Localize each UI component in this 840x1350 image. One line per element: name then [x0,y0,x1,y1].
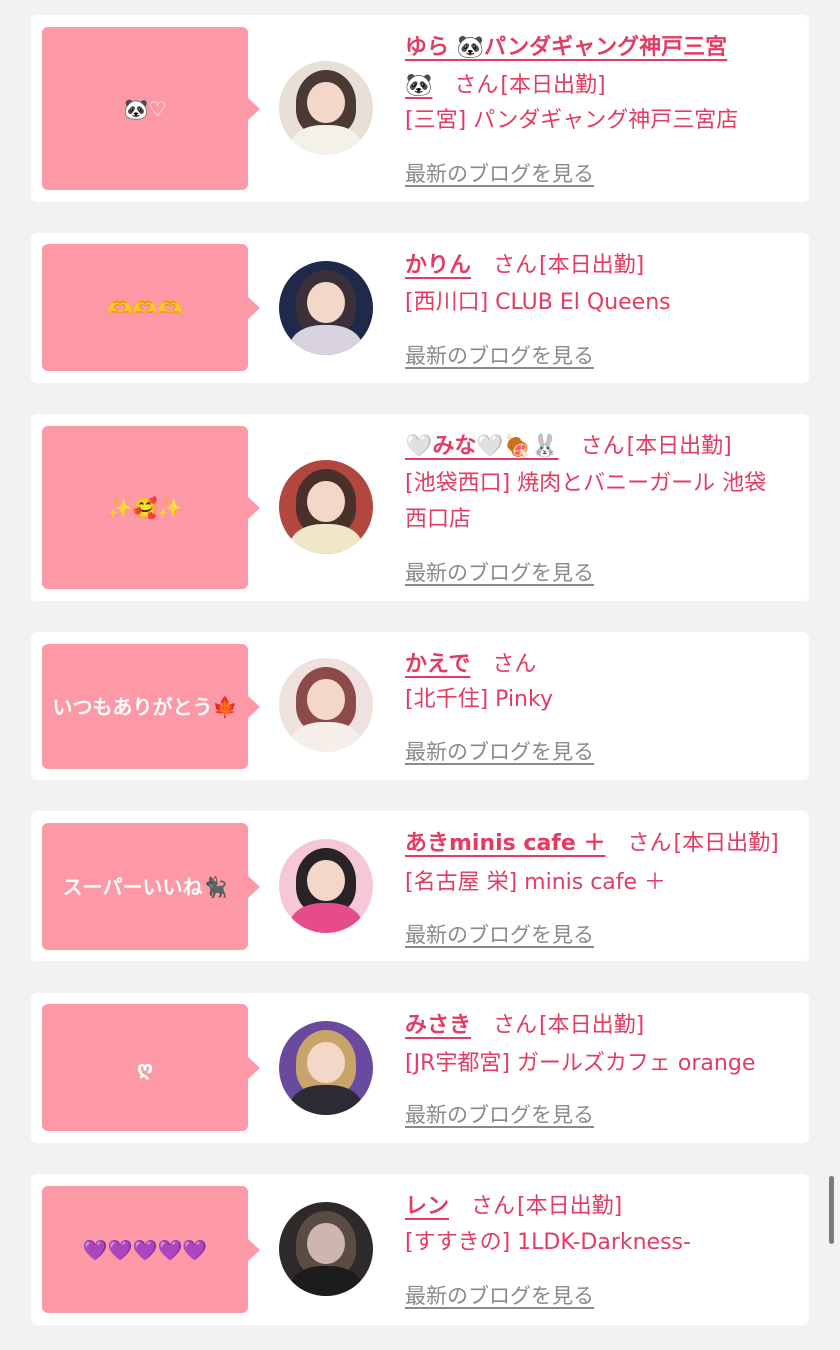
shop-location: [すすきの] 1LDK-Darkness- [405,1230,691,1255]
san-label: さん [471,1194,516,1219]
cast-name-link[interactable]: みさき [405,1013,471,1038]
blog-link[interactable]: 最新のブログを見る [405,158,594,188]
blog-link[interactable]: 最新のブログを見る [405,1280,594,1310]
cast-name-link[interactable]: かりん [405,253,471,278]
shop-location: [三宮] パンダギャング神戸三宮店 [405,108,739,133]
blog-link[interactable]: 最新のブログを見る [405,557,594,587]
avatar[interactable] [279,261,373,355]
message-card: 🫶🫶🫶 かりん さん[本日出勤] [西川口] CLUB El Queens 最新の… [31,233,809,383]
shop-location: [池袋西口] 焼肉とバニーガール 池袋西口店 [405,471,767,532]
blog-link[interactable]: 最新のブログを見る [405,919,594,949]
message-bubble: 💜💜💜💜💜 [42,1186,260,1313]
blog-link[interactable]: 最新のブログを見る [405,736,594,766]
cast-name-link-cont[interactable]: 🐼 [405,73,432,98]
avatar[interactable] [279,61,373,155]
status-label: [本日出勤] [539,253,645,278]
message-card: ღ みさき さん[本日出勤] [JR宇都宮] ガールズカフェ orange 最新の… [31,993,809,1143]
shop-location: [名古屋 栄] minis cafe ＋ [405,870,667,895]
avatar[interactable] [279,658,373,752]
san-label: さん [493,1013,538,1038]
status-label: [本日出勤] [500,73,606,98]
message-bubble: 🐼♡ [42,27,260,190]
avatar[interactable] [279,1021,373,1115]
message-card: 🐼♡ ゆら 🐼パンダギャング神戸三宮 🐼 さん[本日出勤] [三宮] パンダギャン… [31,15,809,202]
san-label: さん [627,831,672,856]
san-label: さん [580,434,625,459]
cast-name-link[interactable]: レン [405,1194,449,1219]
message-bubble: ✨🥰✨ [42,426,260,589]
shop-location: [JR宇都宮] ガールズカフェ orange [405,1051,756,1076]
message-card: 💜💜💜💜💜 レン さん[本日出勤] [すすきの] 1LDK-Darkness- 最… [31,1174,809,1325]
blog-link[interactable]: 最新のブログを見る [405,1099,594,1129]
avatar[interactable] [279,839,373,933]
scrollbar[interactable] [829,1176,834,1244]
san-label: さん [492,652,537,677]
message-bubble: スーパーいいね🐈‍⬛ [42,823,260,950]
message-card: いつもありがとう🍁 かえで さん [北千住] Pinky 最新のブログを見る [31,632,809,780]
avatar[interactable] [279,460,373,554]
cast-name-link[interactable]: 🤍みな🤍🍖🐰 [405,434,559,459]
san-label: さん [493,253,538,278]
message-bubble: 🫶🫶🫶 [42,244,260,371]
status-label: [本日出勤] [517,1194,623,1219]
message-card: スーパーいいね🐈‍⬛ あきminis cafe ＋ さん[本日出勤] [名古屋 栄… [31,811,809,961]
blog-link[interactable]: 最新のブログを見る [405,340,594,370]
status-label: [本日出勤] [673,831,779,856]
san-label: さん [454,73,499,98]
cast-name-link[interactable]: かえで [405,652,470,677]
avatar[interactable] [279,1202,373,1296]
cast-name-link[interactable]: あきminis cafe ＋ [405,831,605,856]
cast-name-link[interactable]: ゆら 🐼パンダギャング神戸三宮 [405,35,727,60]
message-bubble: ღ [42,1004,260,1131]
shop-location: [北千住] Pinky [405,687,553,712]
status-label: [本日出勤] [539,1013,645,1038]
message-bubble: いつもありがとう🍁 [42,644,260,769]
status-label: [本日出勤] [626,434,732,459]
message-card: ✨🥰✨ 🤍みな🤍🍖🐰 さん[本日出勤] [池袋西口] 焼肉とバニーガール 池袋西口… [31,414,809,601]
shop-location: [西川口] CLUB El Queens [405,290,671,315]
